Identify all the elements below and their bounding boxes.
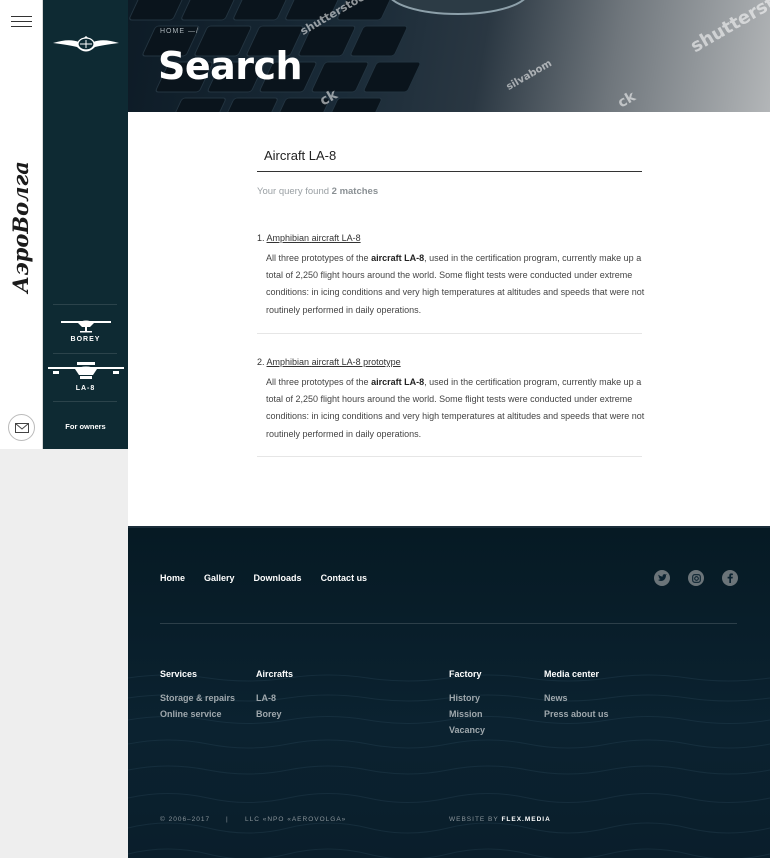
sidebar-divider (53, 304, 117, 305)
result-title: 2. Amphibian aircraft LA-8 prototype (257, 357, 642, 367)
watermark: ck (615, 88, 639, 112)
breadcrumb-home[interactable]: HOME (160, 28, 185, 35)
envelope-icon (14, 422, 29, 433)
search-input[interactable] (257, 140, 642, 170)
footer-link-storage-repairs[interactable]: Storage & repairs (160, 690, 235, 706)
footer-link-la8[interactable]: LA-8 (256, 690, 293, 706)
footer-nav: Home Gallery Downloads Contact us (160, 573, 367, 583)
results-count: Your query found 2 matches (257, 186, 378, 197)
breadcrumb[interactable]: HOME —/ (160, 28, 199, 35)
mail-button[interactable] (8, 414, 35, 441)
snippet-text: All three prototypes of the (266, 253, 369, 263)
hamburger-menu-icon[interactable] (11, 16, 32, 28)
footer-link-mission[interactable]: Mission (449, 706, 485, 722)
footer-nav-downloads[interactable]: Downloads (254, 573, 302, 583)
borey-plane-icon (60, 320, 111, 333)
result-title: 1. Amphibian aircraft LA-8 (257, 233, 642, 243)
instagram-icon[interactable] (688, 570, 704, 586)
sidebar-divider (53, 353, 117, 354)
footer-column-title: Services (160, 669, 198, 679)
footer-link-online-service[interactable]: Online service (160, 706, 235, 722)
footer-link-borey[interactable]: Borey (256, 706, 293, 722)
result-link-text[interactable]: Amphibian (267, 233, 310, 243)
snippet-highlight: aircraft LA-8 (371, 377, 425, 387)
footer-link-history[interactable]: History (449, 690, 485, 706)
footer-link-news[interactable]: News (544, 690, 609, 706)
result-link-highlight[interactable]: aircraft LA-8 (312, 233, 361, 243)
website-credit-name[interactable]: FLEX.MEDIA (501, 816, 550, 823)
sidebar-item-label: BOREY (70, 336, 101, 343)
search-results-panel: Your query found 2 matches 1. Amphibian … (128, 112, 770, 526)
footer-divider (160, 623, 737, 624)
website-credit-prefix: WEBSITE BY (449, 816, 499, 823)
result-link-highlight[interactable]: aircraft LA-8 prototype (312, 357, 401, 367)
results-count-value: 2 matches (331, 186, 379, 197)
search-result: 2. Amphibian aircraft LA-8 prototype All… (257, 357, 644, 457)
results-count-label: Your query found (257, 186, 330, 197)
aerovolga-logo[interactable]: АэроВолга (6, 150, 38, 295)
result-snippet: All three prototypes of the aircraft LA-… (266, 374, 651, 443)
footer: Home Gallery Downloads Contact us Servic… (128, 526, 770, 858)
facebook-icon[interactable] (722, 570, 738, 586)
sidebar-item-borey[interactable]: BOREY (43, 313, 128, 343)
footer-column-title: Media center (544, 669, 600, 679)
twitter-icon[interactable] (654, 570, 670, 586)
sidebar-divider (53, 401, 117, 402)
result-link[interactable]: Amphibian aircraft LA-8 (267, 233, 361, 243)
svg-text:АэроВолга: АэроВолга (8, 161, 33, 295)
footer-nav-home[interactable]: Home (160, 573, 185, 583)
website-credit[interactable]: WEBSITE BY FLEX.MEDIA (449, 816, 551, 823)
result-number: 2. (257, 357, 265, 367)
search-result: 1. Amphibian aircraft LA-8 All three pro… (257, 233, 644, 334)
footer-nav-gallery[interactable]: Gallery (204, 573, 235, 583)
la8-plane-icon (47, 362, 124, 379)
rail-spacer (0, 449, 128, 858)
result-link-text[interactable]: Amphibian (267, 357, 310, 367)
footer-column-factory: Factory History Mission Vacancy (449, 669, 485, 738)
search-box[interactable] (257, 140, 642, 172)
for-owners-link[interactable]: For owners (43, 422, 128, 431)
sidebar-item-la8[interactable]: LA-8 (43, 360, 128, 392)
footer-column-aircrafts: Aircrafts LA-8 Borey (256, 669, 293, 722)
footer-column-media-center: Media center News Press about us (544, 669, 609, 722)
winged-emblem-icon[interactable] (51, 30, 121, 60)
watermark: shutterst (687, 0, 770, 58)
copyright: © 2006–2017 (160, 816, 211, 823)
footer-separator: | (226, 816, 228, 823)
footer-nav-contact[interactable]: Contact us (321, 573, 368, 583)
footer-column-title: Aircrafts (256, 669, 294, 679)
snippet-highlight: aircraft LA-8 (371, 253, 425, 263)
sidebar: BOREY LA-8 For owners (43, 0, 128, 449)
result-link[interactable]: Amphibian aircraft LA-8 prototype (267, 357, 401, 367)
left-rail: АэроВолга (0, 0, 43, 449)
footer-column-services: Services Storage & repairs Online servic… (160, 669, 235, 722)
footer-link-vacancy[interactable]: Vacancy (449, 722, 485, 738)
result-number: 1. (257, 233, 265, 243)
sidebar-item-label: LA-8 (75, 385, 96, 392)
result-snippet: All three prototypes of the aircraft LA-… (266, 250, 651, 319)
page-title: Search (158, 44, 303, 88)
footer-column-title: Factory (449, 669, 482, 679)
hero-banner: shutterstock silvabom shutterst ck ck HO… (128, 0, 770, 112)
snippet-text: All three prototypes of the (266, 377, 369, 387)
company-name: LLC «NPO «AEROVOLGA» (245, 816, 347, 823)
footer-link-press[interactable]: Press about us (544, 706, 609, 722)
